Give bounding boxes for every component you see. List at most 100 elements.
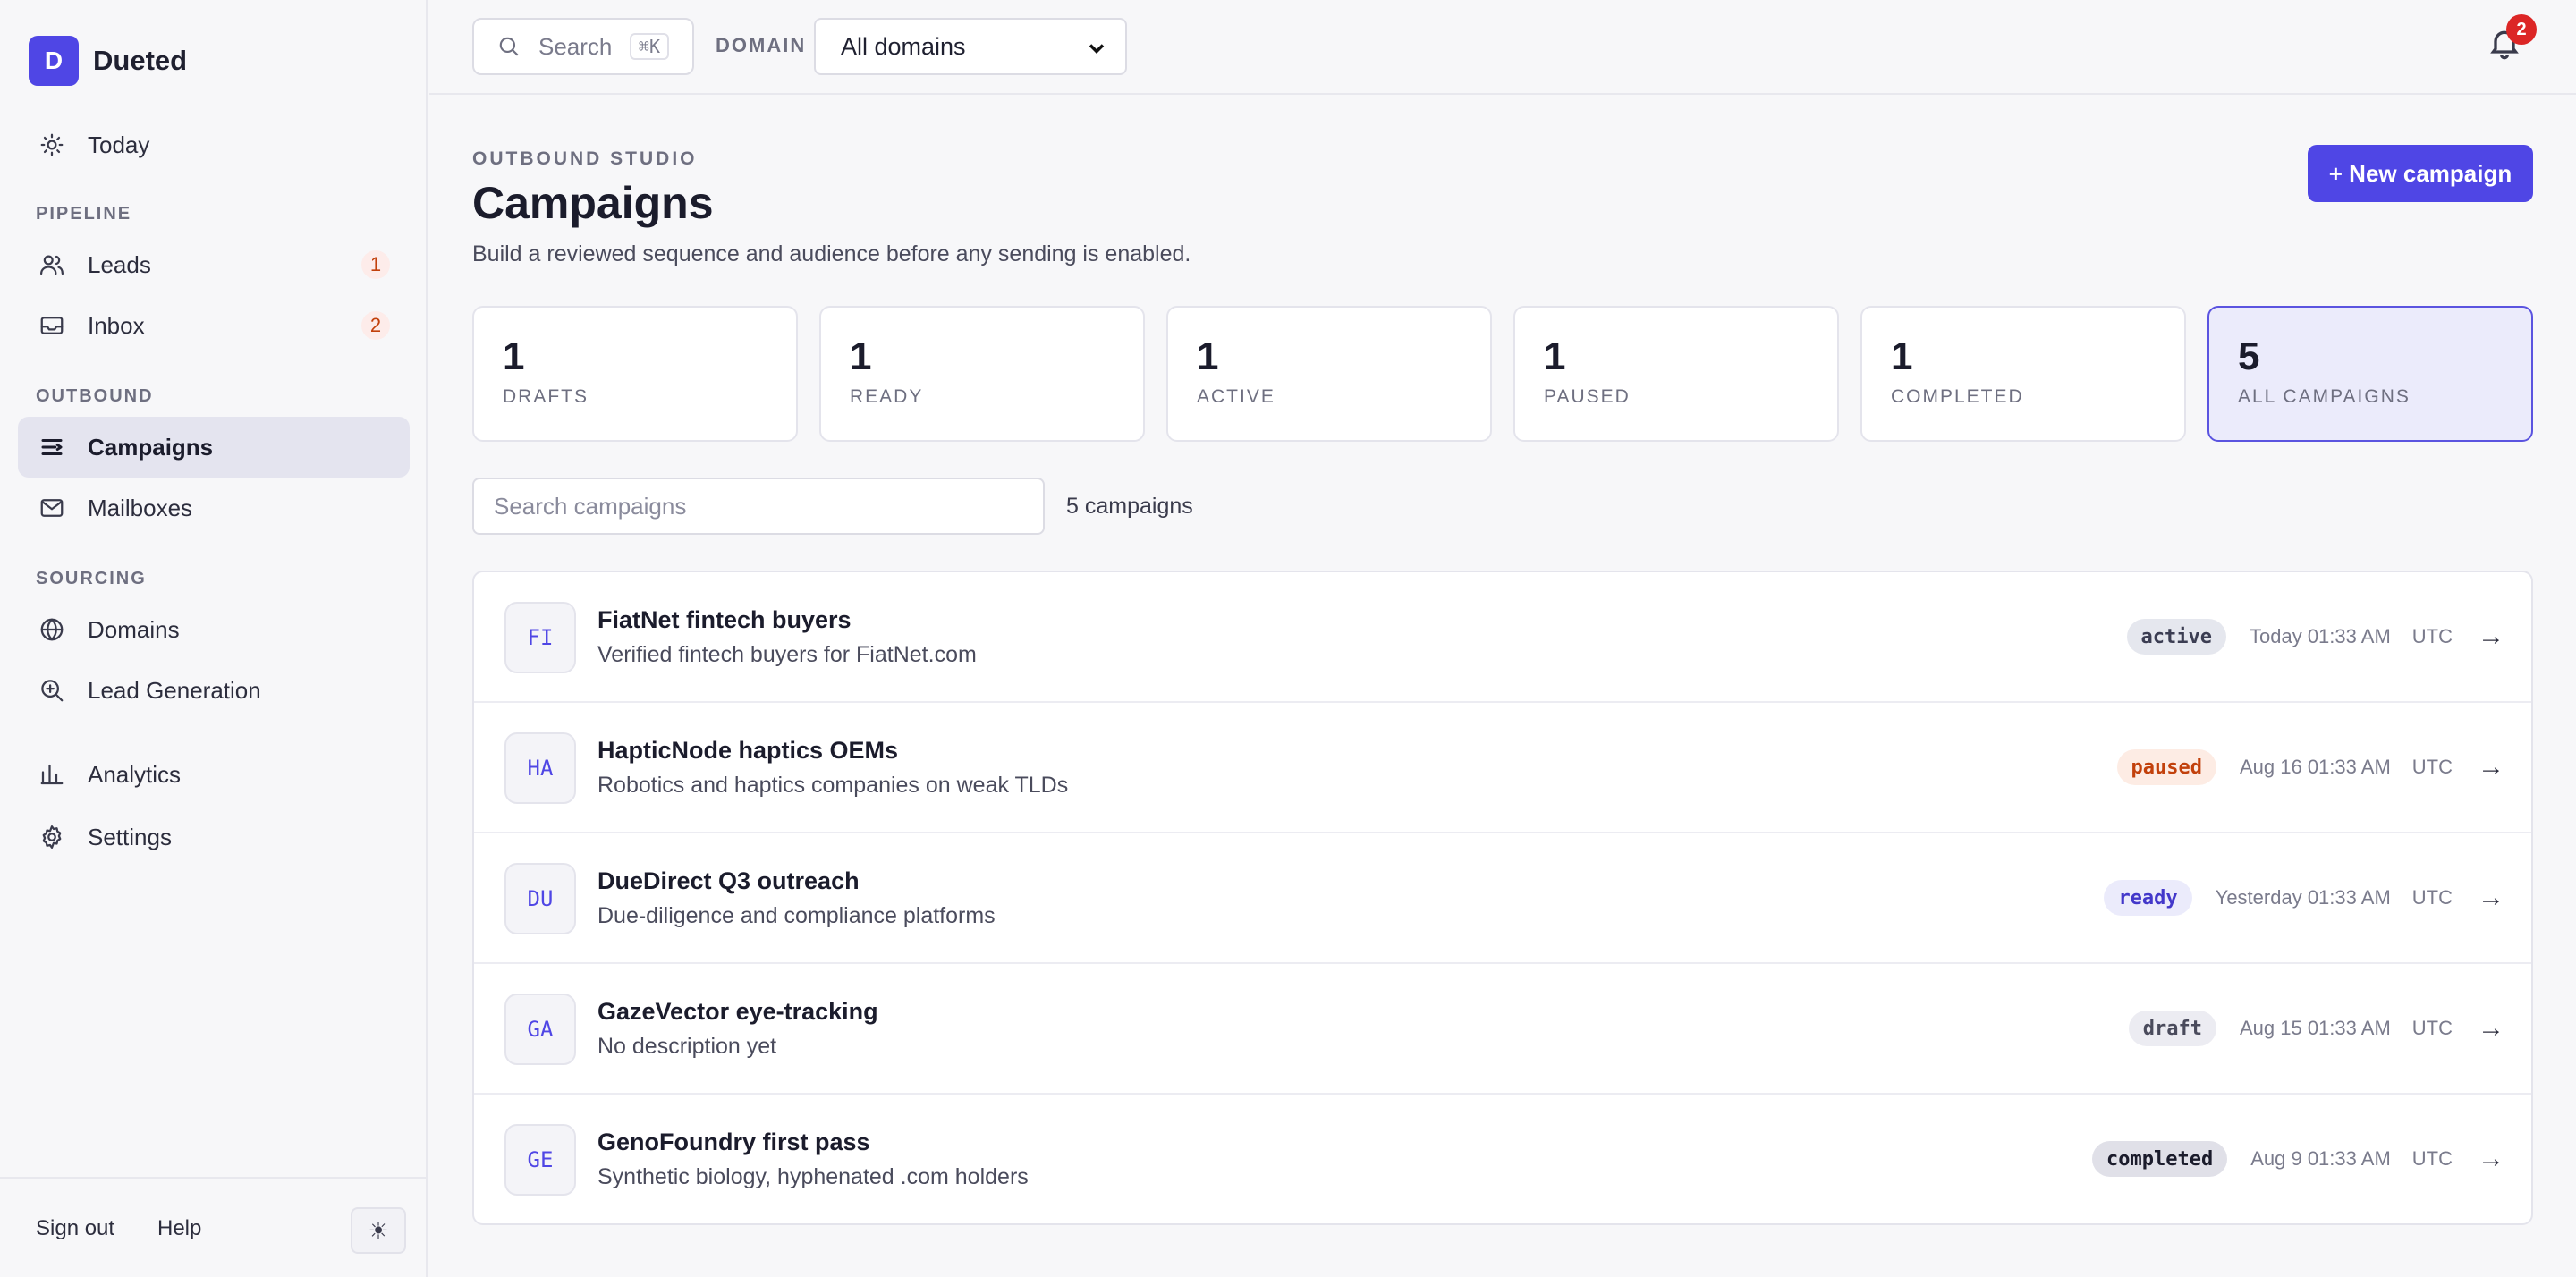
campaign-avatar: FI	[504, 602, 576, 673]
campaign-avatar: GE	[504, 1124, 576, 1196]
campaign-count: 5 campaigns	[1066, 494, 1193, 519]
section-label-sourcing: SOURCING	[36, 569, 147, 588]
sidebar-footer: Sign out Help ☀	[0, 1177, 428, 1277]
campaign-timezone: UTC	[2411, 756, 2453, 778]
campaign-name: GazeVector eye-tracking	[597, 998, 878, 1025]
campaign-name: FiatNet fintech buyers	[597, 606, 852, 633]
topbar: Search ⌘K DOMAIN All domains 2	[429, 0, 2576, 95]
sidebar-item-label: Campaigns	[88, 433, 214, 461]
stat-card-ready[interactable]: 1 READY	[819, 306, 1145, 442]
leads-count-badge: 1	[361, 250, 390, 279]
sign-out-link[interactable]: Sign out	[36, 1216, 114, 1241]
sidebar-item-label: Leads	[88, 250, 151, 278]
sidebar-item-label: Inbox	[88, 311, 145, 339]
stat-value: 1	[1891, 334, 1913, 378]
sidebar-item-mailboxes[interactable]: Mailboxes	[18, 478, 410, 538]
campaign-meta: paused Aug 16 01:33 AM UTC →	[2116, 748, 2504, 787]
domain-select-value: All domains	[841, 32, 966, 60]
status-badge: paused	[2116, 749, 2216, 785]
campaign-meta: ready Yesterday 01:33 AM UTC →	[2104, 878, 2504, 918]
arrow-right-icon: →	[2478, 752, 2504, 782]
bar-chart-icon	[38, 760, 66, 789]
arrow-right-icon: →	[2478, 883, 2504, 912]
inbox-count-badge: 2	[361, 311, 390, 340]
campaign-meta: completed Aug 9 01:33 AM UTC →	[2092, 1139, 2504, 1179]
stat-value: 1	[503, 334, 525, 378]
campaign-row[interactable]: FI FiatNet fintech buyers Verified finte…	[474, 572, 2531, 703]
mail-icon	[38, 494, 66, 522]
section-label-pipeline: PIPELINE	[36, 204, 132, 224]
zoom-in-icon	[38, 676, 66, 705]
stat-value: 1	[1197, 334, 1219, 378]
search-shortcut: ⌘K	[629, 33, 669, 60]
arrow-right-icon: →	[2478, 622, 2504, 651]
status-badge: active	[2126, 619, 2226, 655]
campaign-meta: draft Aug 15 01:33 AM UTC →	[2128, 1009, 2504, 1048]
sun-icon	[38, 131, 66, 159]
sidebar-item-label: Domains	[88, 615, 180, 643]
campaign-name: DueDirect Q3 outreach	[597, 867, 860, 894]
arrow-right-icon: →	[2478, 1144, 2504, 1173]
sidebar-item-label: Mailboxes	[88, 494, 193, 521]
search-icon	[499, 37, 519, 56]
status-badge: completed	[2092, 1141, 2228, 1177]
domain-label: DOMAIN	[716, 34, 807, 56]
sidebar-item-label: Analytics	[88, 760, 182, 788]
sidebar-item-today[interactable]: Today	[18, 114, 410, 175]
sidebar-item-domains[interactable]: Domains	[18, 599, 410, 660]
chevron-down-icon	[1084, 36, 1109, 65]
campaign-date: Today 01:33 AM	[2250, 625, 2391, 647]
campaign-timezone: UTC	[2411, 886, 2453, 909]
inbox-icon	[38, 311, 66, 340]
campaign-date: Yesterday 01:33 AM	[2215, 886, 2391, 909]
section-label-outbound: OUTBOUND	[36, 386, 154, 406]
campaign-description: Due-diligence and compliance platforms	[597, 903, 996, 928]
page-subtitle: Build a reviewed sequence and audience b…	[472, 241, 1191, 266]
theme-toggle-button[interactable]: ☀	[351, 1207, 406, 1254]
brand-logo: D	[29, 36, 79, 86]
help-link[interactable]: Help	[157, 1216, 201, 1241]
campaign-timezone: UTC	[2411, 625, 2453, 647]
status-badge: ready	[2104, 880, 2192, 916]
campaign-date: Aug 16 01:33 AM	[2239, 756, 2391, 778]
stat-card-paused[interactable]: 1 PAUSED	[1513, 306, 1839, 442]
campaign-date: Aug 9 01:33 AM	[2250, 1147, 2391, 1170]
gear-icon	[38, 823, 66, 851]
arrow-right-icon: →	[2478, 1013, 2504, 1043]
sidebar-item-campaigns[interactable]: Campaigns	[18, 417, 410, 478]
sidebar-item-label: Lead Generation	[88, 676, 261, 704]
stat-label: READY	[850, 386, 924, 407]
sidebar-item-inbox[interactable]: Inbox 2	[18, 295, 410, 356]
stat-card-drafts[interactable]: 1 DRAFTS	[472, 306, 798, 442]
sidebar-item-leads[interactable]: Leads 1	[18, 234, 410, 295]
campaign-row[interactable]: GA GazeVector eye-tracking No descriptio…	[474, 964, 2531, 1095]
campaign-search-input[interactable]: Search campaigns	[472, 478, 1045, 535]
page-title: Campaigns	[472, 178, 714, 228]
stat-value: 5	[2238, 334, 2260, 378]
sidebar: D Dueted Today PIPELINE Leads 1 Inbox 2 …	[0, 0, 428, 1277]
users-icon	[38, 250, 66, 279]
campaign-row[interactable]: GE GenoFoundry first pass Synthetic biol…	[474, 1095, 2531, 1223]
campaign-row[interactable]: HA HapticNode haptics OEMs Robotics and …	[474, 703, 2531, 833]
stat-card-completed[interactable]: 1 COMPLETED	[1860, 306, 2186, 442]
new-campaign-button[interactable]: + New campaign	[2308, 145, 2533, 202]
stat-label: ACTIVE	[1197, 386, 1275, 407]
brand-name: Dueted	[93, 45, 188, 76]
list-indent-icon	[38, 433, 66, 461]
brand[interactable]: D Dueted	[29, 36, 187, 86]
stat-label: ALL CAMPAIGNS	[2238, 386, 2411, 407]
sun-icon: ☀	[368, 1216, 389, 1244]
campaign-description: Robotics and haptics companies on weak T…	[597, 773, 1069, 798]
sidebar-item-lead-generation[interactable]: Lead Generation	[18, 660, 410, 721]
domain-select[interactable]: All domains	[814, 18, 1127, 75]
stat-card-active[interactable]: 1 ACTIVE	[1166, 306, 1492, 442]
sidebar-item-analytics[interactable]: Analytics	[18, 744, 410, 805]
campaign-row[interactable]: DU DueDirect Q3 outreach Due-diligence a…	[474, 833, 2531, 964]
stat-card-all-campaigns[interactable]: 5 ALL CAMPAIGNS	[2207, 306, 2533, 442]
global-search-button[interactable]: Search ⌘K	[472, 18, 694, 75]
campaign-description: Verified fintech buyers for FiatNet.com	[597, 642, 977, 667]
sidebar-item-settings[interactable]: Settings	[18, 807, 410, 867]
stat-label: PAUSED	[1544, 386, 1631, 407]
globe-icon	[38, 615, 66, 644]
campaign-avatar: GA	[504, 994, 576, 1065]
